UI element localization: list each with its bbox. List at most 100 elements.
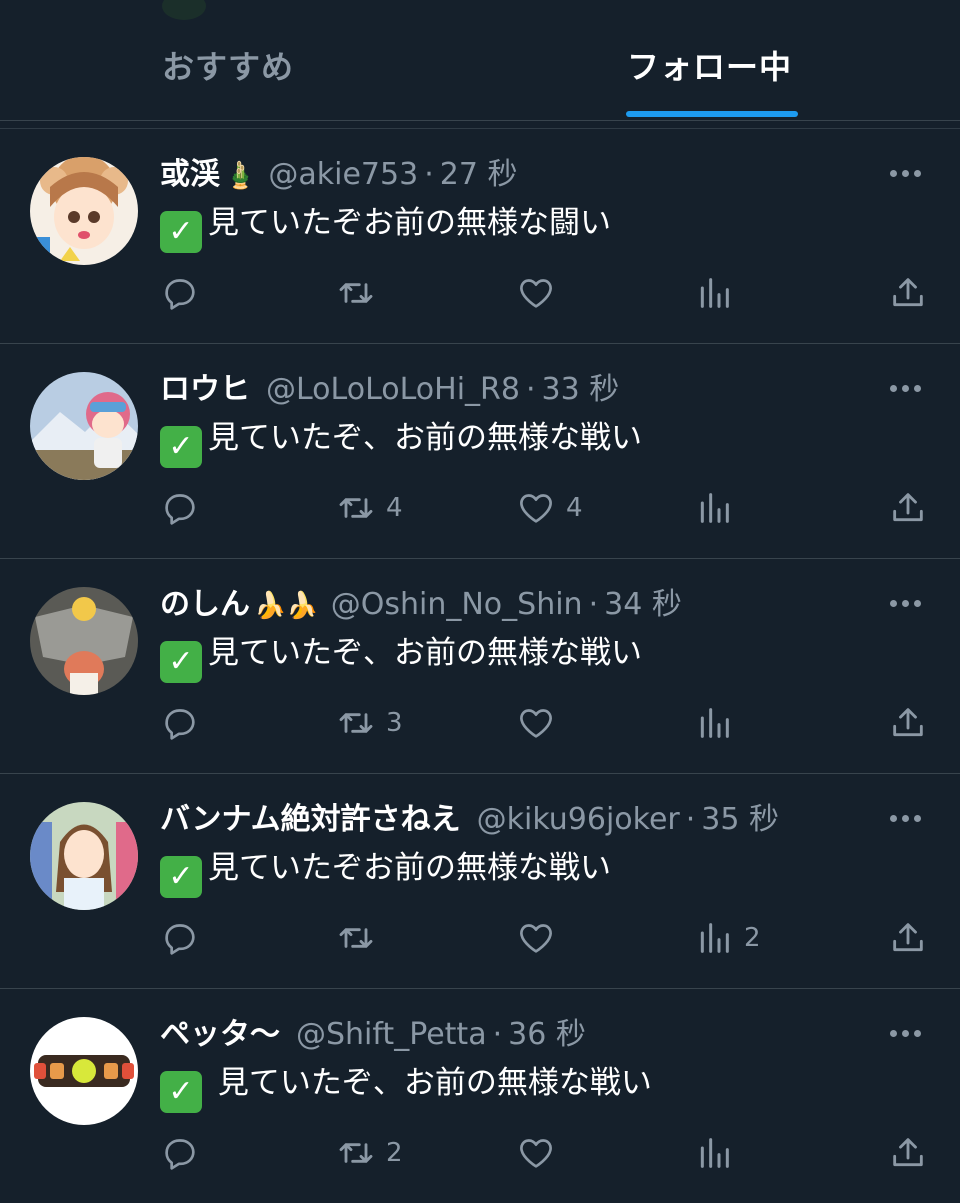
reply-icon <box>165 1139 195 1170</box>
reply-button[interactable] <box>160 701 200 745</box>
timestamp[interactable]: 36 秒 <box>508 1017 586 1052</box>
reply-icon <box>165 709 195 740</box>
display-name[interactable]: バンナム絶対許さねえ <box>160 802 461 837</box>
share-icon <box>893 278 923 307</box>
share-button[interactable] <box>888 271 928 315</box>
views-button[interactable] <box>694 1131 744 1175</box>
avatar[interactable] <box>30 587 138 695</box>
retweet-button[interactable]: 2 <box>336 1131 403 1175</box>
tweet[interactable]: 或渓 🎍 @akie753 · 27 秒 ✓ 見ていたぞお前の無様な闘い <box>0 129 960 344</box>
name-emoji: 🍌🍌 <box>254 591 319 621</box>
heart-icon <box>520 709 552 738</box>
retweet-button[interactable] <box>336 916 386 960</box>
separator-dot: · <box>685 802 696 837</box>
avatar[interactable] <box>30 802 138 910</box>
tab-following[interactable]: フォロー中 <box>627 42 792 88</box>
share-icon <box>893 708 923 737</box>
separator-dot: · <box>424 157 434 192</box>
share-button[interactable] <box>888 701 928 745</box>
like-button[interactable]: 4 <box>516 486 583 530</box>
tweet-actions <box>0 271 960 315</box>
separator-dot: · <box>492 1017 503 1052</box>
share-icon <box>893 923 923 952</box>
tweet[interactable]: ペッタ〜 @Shift_Petta · 36 秒 ✓ 見ていたぞ、お前の無様な戦い 2 <box>0 989 960 1203</box>
avatar[interactable] <box>30 157 138 265</box>
retweet-icon <box>339 713 373 733</box>
tweet[interactable]: ロウヒ @LoLoLoLoHi_R8 · 33 秒 ✓ 見ていたぞ、お前の無様な戦い 4… <box>0 344 960 559</box>
reply-button[interactable] <box>160 486 200 530</box>
check-mark-icon: ✓ <box>160 426 202 468</box>
more-icon[interactable] <box>890 163 926 183</box>
user-handle[interactable]: @Shift_Petta <box>296 1017 487 1052</box>
timestamp[interactable]: 33 秒 <box>542 372 620 407</box>
like-button[interactable] <box>516 701 566 745</box>
reply-button[interactable] <box>160 271 200 315</box>
reply-button[interactable] <box>160 1131 200 1175</box>
views-button[interactable] <box>694 486 744 530</box>
retweet-icon <box>339 498 373 518</box>
views-count: 2 <box>744 923 761 953</box>
views-icon <box>700 493 729 523</box>
heart-icon <box>520 494 552 523</box>
tweet-header: のしん 🍌🍌 @Oshin_No_Shin · 34 秒 <box>160 585 870 626</box>
tweet[interactable]: バンナム絶対許さねえ @kiku96joker · 35 秒 ✓ 見ていたぞお前の無様な… <box>0 774 960 989</box>
check-mark-icon: ✓ <box>160 641 202 683</box>
like-button[interactable] <box>516 271 566 315</box>
tab-recommended[interactable]: おすすめ <box>162 42 294 88</box>
display-name[interactable]: ロウヒ <box>160 372 250 407</box>
views-button[interactable] <box>694 271 744 315</box>
share-button[interactable] <box>888 916 928 960</box>
heart-icon <box>520 924 552 953</box>
retweet-button[interactable]: 4 <box>336 486 403 530</box>
timestamp[interactable]: 34 秒 <box>604 587 682 622</box>
tweet-body: 見ていたぞ、お前の無様な戦い <box>208 1065 652 1101</box>
views-button[interactable] <box>694 701 744 745</box>
more-icon[interactable] <box>890 593 926 613</box>
tweet-header: 或渓 🎍 @akie753 · 27 秒 <box>160 155 870 196</box>
check-mark-icon: ✓ <box>160 211 202 253</box>
tweet-body: 見ていたぞお前の無様な闘い <box>208 205 611 241</box>
user-handle[interactable]: @akie753 <box>268 157 418 192</box>
avatar[interactable] <box>30 372 138 480</box>
tweet-text: ✓ 見ていたぞ、お前の無様な戦い <box>160 631 642 683</box>
tweet-text: ✓ 見ていたぞお前の無様な闘い <box>160 201 611 253</box>
tweet-header: ロウヒ @LoLoLoLoHi_R8 · 33 秒 <box>160 370 870 411</box>
views-icon <box>700 1138 729 1168</box>
heart-icon <box>520 279 552 308</box>
tweet-header: ペッタ〜 @Shift_Petta · 36 秒 <box>160 1015 870 1056</box>
separator-dot: · <box>588 587 599 622</box>
tweet-actions: 3 <box>0 701 960 745</box>
retweet-icon <box>339 1143 373 1163</box>
display-name[interactable]: ペッタ〜 <box>160 1017 280 1052</box>
tweet-body: 見ていたぞ、お前の無様な戦い <box>208 635 642 671</box>
avatar-image <box>30 802 138 910</box>
avatar[interactable] <box>30 1017 138 1125</box>
tweet-actions: 2 <box>0 1131 960 1175</box>
tweet-text: ✓ 見ていたぞ、お前の無様な戦い <box>160 1061 652 1113</box>
timestamp[interactable]: 35 秒 <box>701 802 779 837</box>
user-handle[interactable]: @kiku96joker <box>477 802 680 837</box>
display-name[interactable]: 或渓 <box>160 157 220 192</box>
display-name[interactable]: のしん <box>160 587 250 622</box>
share-button[interactable] <box>888 486 928 530</box>
more-icon[interactable] <box>890 378 926 398</box>
retweet-button[interactable] <box>336 271 386 315</box>
timestamp[interactable]: 27 秒 <box>440 157 518 192</box>
retweet-icon <box>339 283 373 303</box>
tweet-text: ✓ 見ていたぞお前の無様な戦い <box>160 846 611 898</box>
more-icon[interactable] <box>890 808 926 828</box>
avatar-image <box>30 372 138 480</box>
retweet-button[interactable]: 3 <box>336 701 403 745</box>
retweet-count: 3 <box>386 708 403 738</box>
check-mark-icon: ✓ <box>160 1071 202 1113</box>
share-button[interactable] <box>888 1131 928 1175</box>
views-button[interactable]: 2 <box>694 916 761 960</box>
like-button[interactable] <box>516 1131 566 1175</box>
tweet[interactable]: のしん 🍌🍌 @Oshin_No_Shin · 34 秒 ✓ 見ていたぞ、お前の無様な戦い… <box>0 559 960 774</box>
share-icon <box>893 493 923 522</box>
reply-button[interactable] <box>160 916 200 960</box>
user-handle[interactable]: @Oshin_No_Shin <box>331 587 583 622</box>
user-handle[interactable]: @LoLoLoLoHi_R8 <box>266 372 520 407</box>
more-icon[interactable] <box>890 1023 926 1043</box>
like-button[interactable] <box>516 916 566 960</box>
